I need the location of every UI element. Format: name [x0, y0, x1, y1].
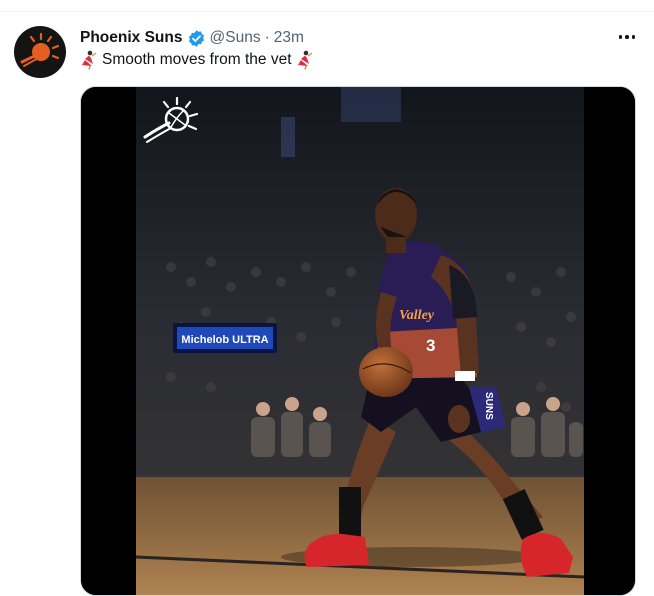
jersey-number: 3	[426, 336, 435, 355]
suns-logo-icon	[20, 32, 60, 67]
tweet-body: Smooth moves from the vet	[102, 51, 292, 68]
jersey-text: Valley	[399, 308, 435, 323]
dancer-emoji-icon	[296, 50, 314, 70]
video-frame: Michelob ULTRA SUNS Valley 3	[81, 87, 635, 595]
tweet-text: Smooth moves from the vet	[80, 50, 314, 70]
more-options-icon[interactable]	[612, 26, 642, 48]
tweet-video[interactable]: Michelob ULTRA SUNS Valley 3	[80, 86, 636, 596]
tweet-timestamp[interactable]: 23m	[274, 29, 304, 47]
tweet-header: Phoenix Suns @Suns · 23m	[80, 27, 304, 49]
separator-dot: ·	[264, 29, 270, 46]
author-handle[interactable]: @Suns	[210, 29, 261, 47]
top-divider	[0, 11, 654, 12]
suns-watermark-icon	[143, 97, 199, 143]
verified-badge-icon	[187, 29, 206, 48]
author-name[interactable]: Phoenix Suns	[80, 29, 183, 47]
shorts-text: SUNS	[483, 392, 494, 420]
author-avatar[interactable]	[14, 26, 66, 78]
arena-sign: Michelob ULTRA	[181, 334, 268, 346]
dancer-emoji-icon	[80, 50, 98, 70]
